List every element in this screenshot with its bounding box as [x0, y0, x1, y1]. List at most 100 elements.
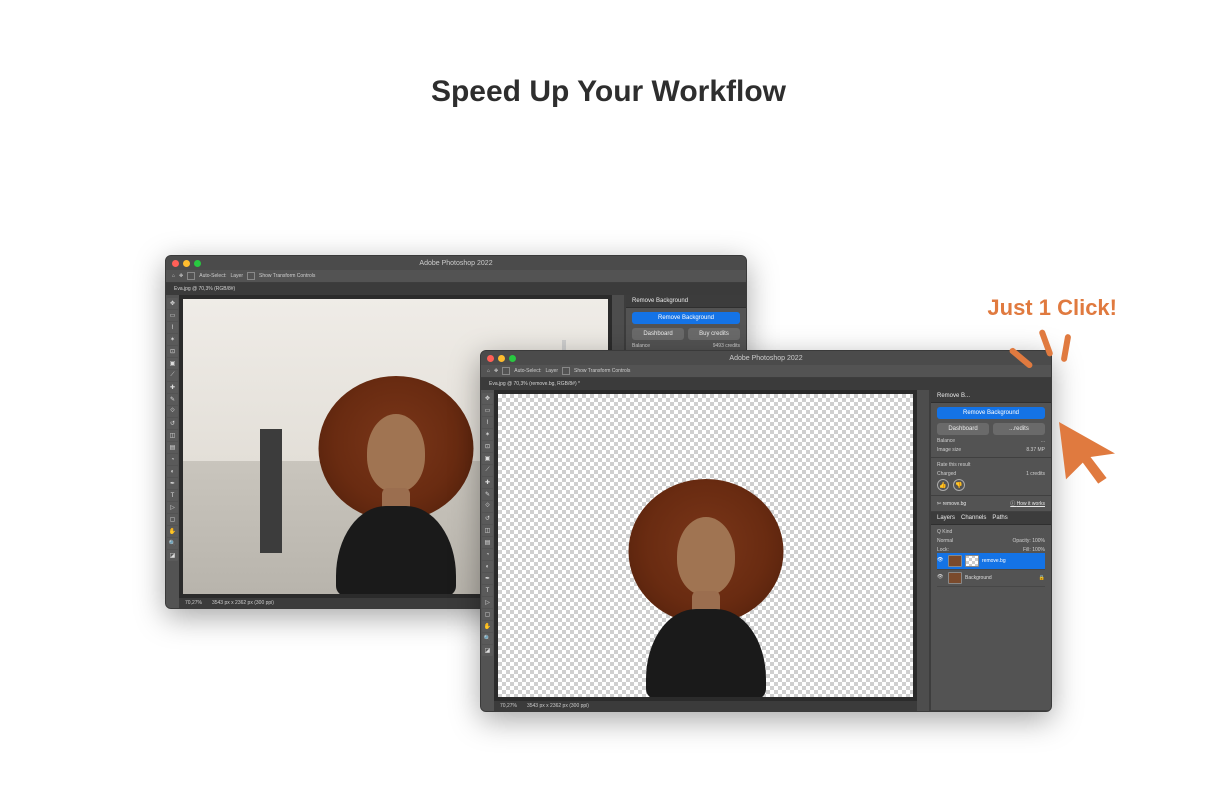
- blend-mode[interactable]: Normal: [937, 538, 953, 544]
- eraser-tool-icon[interactable]: ◫: [482, 525, 493, 536]
- status-dimensions: 3543 px x 2362 px (300 ppi): [527, 703, 589, 709]
- brush-tool-icon[interactable]: ✎: [167, 394, 178, 405]
- crop-tool-icon[interactable]: ⊡: [482, 441, 493, 452]
- buy-credits-button[interactable]: Buy credits: [688, 328, 740, 340]
- status-zoom: 70,27%: [500, 703, 517, 709]
- photoshop-window-after: Adobe Photoshop 2022 ⌂ ✥ Auto-Select: La…: [480, 350, 1052, 712]
- window-title: Adobe Photoshop 2022: [481, 355, 1051, 362]
- type-tool-icon[interactable]: T: [482, 585, 493, 596]
- tab-channels[interactable]: Channels: [961, 515, 986, 521]
- home-icon[interactable]: ⌂: [487, 368, 490, 374]
- move-tool-icon[interactable]: ✥: [494, 368, 498, 374]
- move-tool-icon[interactable]: ✥: [167, 298, 178, 309]
- brush-tool-icon[interactable]: ✎: [482, 489, 493, 500]
- auto-select-checkbox[interactable]: [502, 367, 510, 375]
- stamp-tool-icon[interactable]: ⟐: [482, 501, 493, 512]
- layer-filter[interactable]: Q Kind: [937, 529, 952, 535]
- document-tab[interactable]: Eva.jpg @ 70,3% (RGB/8#): [174, 286, 235, 292]
- type-tool-icon[interactable]: T: [167, 490, 178, 501]
- left-toolbar: ✥ ▭ ⌇ ✶ ⊡ ▣ ⟋ ✚ ✎ ⟐ ↺ ◫ ▤ ◔ ◐ ✒ T ▷ ▢ ✋: [481, 390, 494, 711]
- titlebar: Adobe Photoshop 2022: [481, 351, 1051, 365]
- eyedropper-tool-icon[interactable]: ⟋: [167, 370, 178, 381]
- crop-tool-icon[interactable]: ⊡: [167, 346, 178, 357]
- headline: Speed Up Your Workflow: [0, 75, 1217, 109]
- fg-bg-swatch-icon[interactable]: ◪: [167, 550, 178, 561]
- frame-tool-icon[interactable]: ▣: [167, 358, 178, 369]
- move-tool-icon[interactable]: ✥: [482, 393, 493, 404]
- canvas[interactable]: [494, 390, 917, 701]
- layer-row[interactable]: 👁 Background 🔒: [937, 570, 1045, 587]
- status-bar: 70,27% 3543 px x 2362 px (300 ppi): [494, 701, 917, 711]
- blur-tool-icon[interactable]: ◔: [482, 549, 493, 560]
- pen-tool-icon[interactable]: ✒: [482, 573, 493, 584]
- lasso-tool-icon[interactable]: ⌇: [482, 417, 493, 428]
- gradient-tool-icon[interactable]: ▤: [482, 537, 493, 548]
- brand-logo: ✄ remove.bg: [937, 501, 966, 507]
- tab-paths[interactable]: Paths: [992, 515, 1007, 521]
- dashboard-button[interactable]: Dashboard: [937, 423, 989, 435]
- collapsed-panels[interactable]: [917, 390, 930, 711]
- stamp-tool-icon[interactable]: ⟐: [167, 406, 178, 417]
- zoom-tool-icon[interactable]: 🔍: [482, 633, 493, 644]
- wand-tool-icon[interactable]: ✶: [167, 334, 178, 345]
- move-tool-icon[interactable]: ✥: [179, 273, 183, 279]
- document-tab[interactable]: Eva.jpg @ 70,3% (remove.bg, RGB/8#) *: [489, 381, 580, 387]
- charged-value: 1 credits: [1026, 471, 1045, 477]
- show-transform-checkbox[interactable]: [562, 367, 570, 375]
- charged-label: Charged: [937, 471, 956, 477]
- visibility-icon[interactable]: 👁: [937, 574, 945, 582]
- options-bar: ⌂ ✥ Auto-Select: Layer Show Transform Co…: [481, 365, 1051, 378]
- home-icon[interactable]: ⌂: [172, 273, 175, 279]
- auto-select-value[interactable]: Layer: [230, 273, 243, 279]
- thumbs-down-icon[interactable]: 👎: [953, 479, 965, 491]
- lasso-tool-icon[interactable]: ⌇: [167, 322, 178, 333]
- layer-row[interactable]: 👁 remove.bg: [937, 553, 1045, 570]
- thumbs-up-icon[interactable]: 👍: [937, 479, 949, 491]
- frame-tool-icon[interactable]: ▣: [482, 453, 493, 464]
- dodge-tool-icon[interactable]: ◐: [167, 466, 178, 477]
- blur-tool-icon[interactable]: ◔: [167, 454, 178, 465]
- tab-layers[interactable]: Layers: [937, 515, 955, 521]
- remove-background-button[interactable]: Remove Background: [632, 312, 740, 324]
- marquee-tool-icon[interactable]: ▭: [167, 310, 178, 321]
- plugin-panel-header[interactable]: Remove Background: [626, 295, 746, 308]
- balance-label: Balance: [632, 343, 650, 349]
- hand-tool-icon[interactable]: ✋: [167, 526, 178, 537]
- heal-tool-icon[interactable]: ✚: [482, 477, 493, 488]
- layer-thumbnail: [948, 555, 962, 567]
- zoom-tool-icon[interactable]: 🔍: [167, 538, 178, 549]
- image-after-transparent: [498, 394, 913, 697]
- show-transform-checkbox[interactable]: [247, 272, 255, 280]
- hand-tool-icon[interactable]: ✋: [482, 621, 493, 632]
- layer-thumbnail: [948, 572, 962, 584]
- visibility-icon[interactable]: 👁: [937, 557, 945, 565]
- auto-select-checkbox[interactable]: [187, 272, 195, 280]
- eyedropper-tool-icon[interactable]: ⟋: [482, 465, 493, 476]
- fill-value[interactable]: 100%: [1032, 547, 1045, 553]
- lock-label: Lock:: [937, 547, 949, 553]
- fg-bg-swatch-icon[interactable]: ◪: [482, 645, 493, 656]
- dashboard-button[interactable]: Dashboard: [632, 328, 684, 340]
- history-brush-icon[interactable]: ↺: [482, 513, 493, 524]
- path-tool-icon[interactable]: ▷: [482, 597, 493, 608]
- eraser-tool-icon[interactable]: ◫: [167, 430, 178, 441]
- pen-tool-icon[interactable]: ✒: [167, 478, 178, 489]
- how-it-works-link[interactable]: ⓘ How it works: [1010, 500, 1045, 507]
- document-tabs: Eva.jpg @ 70,3% (remove.bg, RGB/8#) *: [481, 378, 1051, 390]
- heal-tool-icon[interactable]: ✚: [167, 382, 178, 393]
- history-brush-icon[interactable]: ↺: [167, 418, 178, 429]
- path-tool-icon[interactable]: ▷: [167, 502, 178, 513]
- layer-name: remove.bg: [982, 558, 1006, 564]
- shape-tool-icon[interactable]: ▢: [482, 609, 493, 620]
- balance-value: 9493 credits: [713, 343, 740, 349]
- wand-tool-icon[interactable]: ✶: [482, 429, 493, 440]
- image-size-value: 8.37 MP: [1026, 447, 1045, 453]
- titlebar: Adobe Photoshop 2022: [166, 256, 746, 270]
- dodge-tool-icon[interactable]: ◐: [482, 561, 493, 572]
- auto-select-value[interactable]: Layer: [545, 368, 558, 374]
- shape-tool-icon[interactable]: ▢: [167, 514, 178, 525]
- opacity-value[interactable]: 100%: [1032, 538, 1045, 544]
- auto-select-label: Auto-Select:: [199, 273, 226, 279]
- gradient-tool-icon[interactable]: ▤: [167, 442, 178, 453]
- marquee-tool-icon[interactable]: ▭: [482, 405, 493, 416]
